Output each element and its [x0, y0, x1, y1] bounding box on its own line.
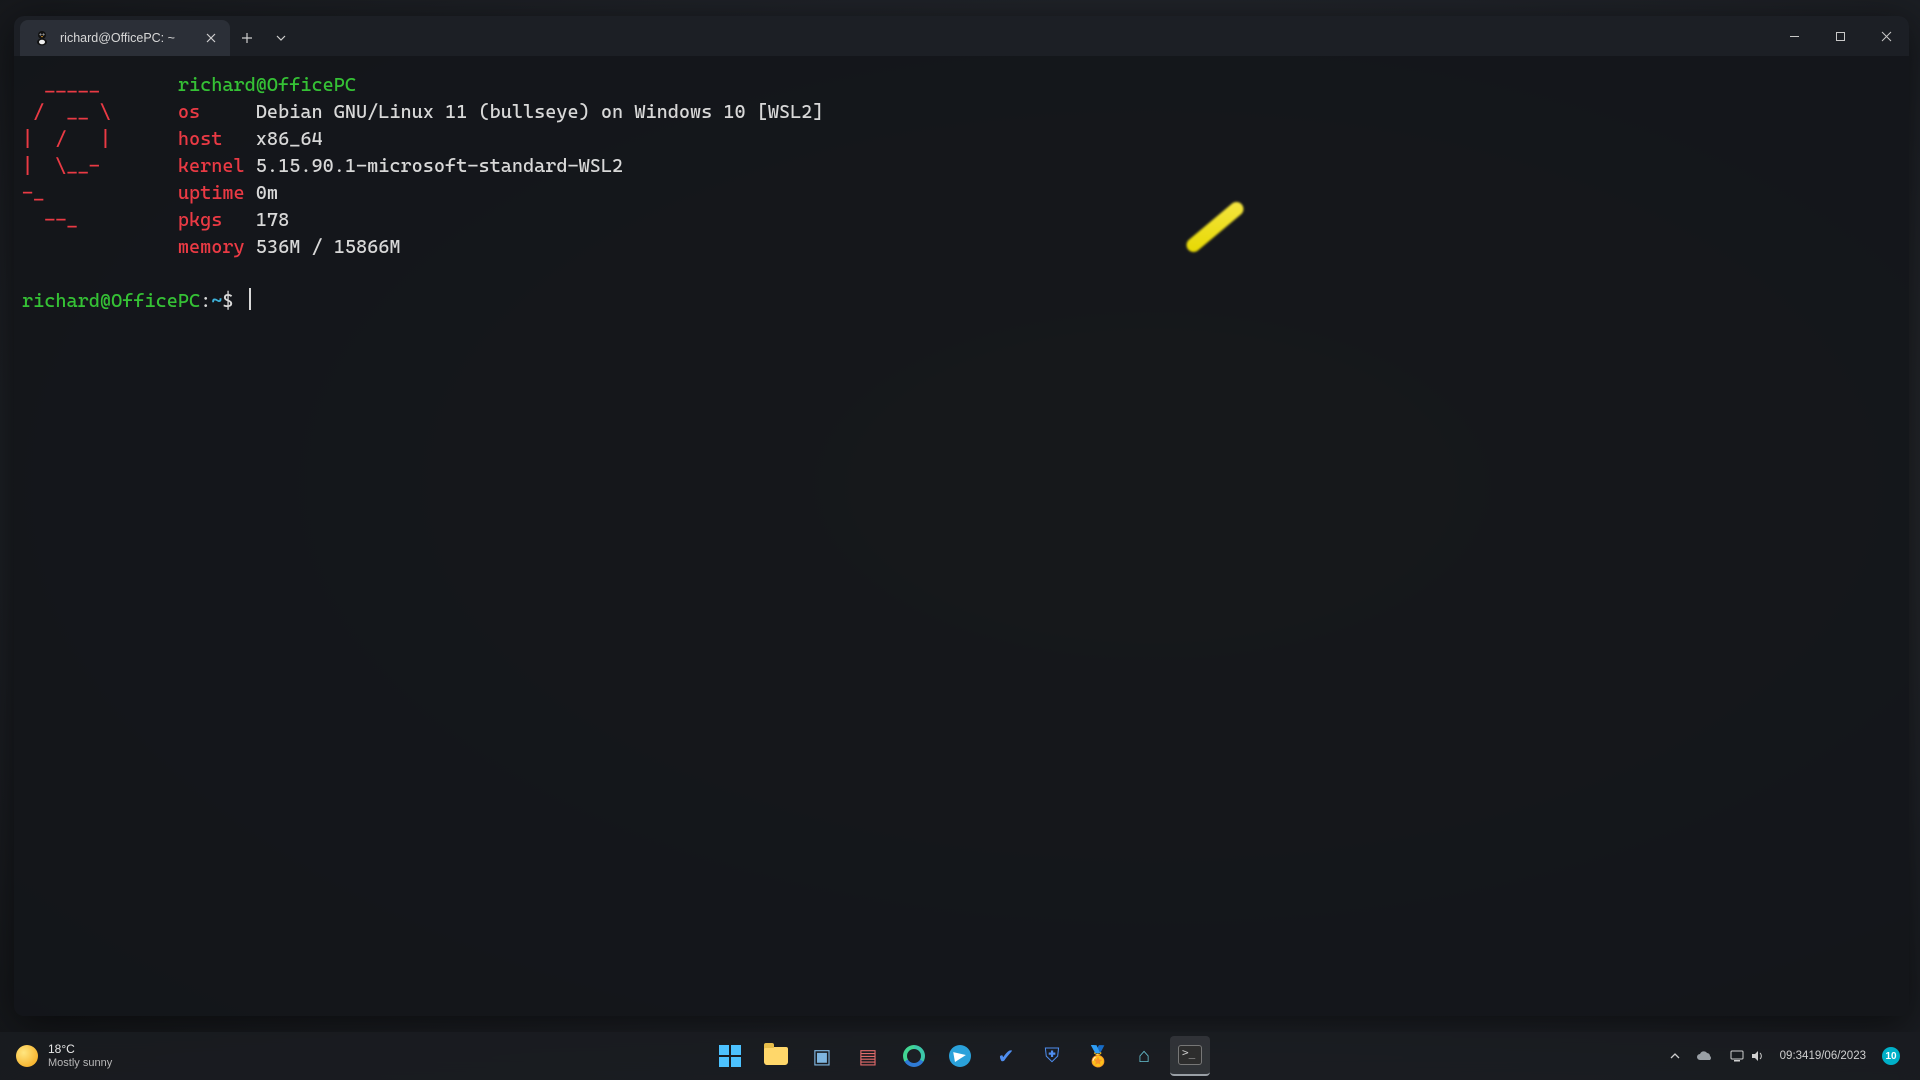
- ascii-line: --_: [22, 209, 133, 231]
- fetch-value: 0m: [256, 182, 278, 204]
- notification-count: 10: [1885, 1051, 1896, 1062]
- tab-dropdown-button[interactable]: [264, 20, 298, 56]
- taskbar: 18°C Mostly sunny ▣ ▤ ✔ ⛨ 🏅 ⌂: [0, 1032, 1920, 1080]
- rewards-icon[interactable]: 🏅: [1078, 1036, 1118, 1076]
- ascii-line: -_: [22, 182, 133, 204]
- fetch-value: x86_64: [256, 128, 323, 150]
- fetch-value: Debian GNU/Linux 11 (bullseye) on Window…: [256, 101, 824, 123]
- terminal-window: richard@OfficePC: ~: [14, 16, 1909, 1016]
- terminal-tab[interactable]: richard@OfficePC: ~: [20, 20, 230, 56]
- fetch-label: kernel: [178, 155, 245, 177]
- tux-icon: [34, 30, 50, 46]
- todo-icon[interactable]: ✔: [986, 1036, 1026, 1076]
- terminal-output[interactable]: _____ richard@OfficePC / __ \ os Debian …: [14, 56, 1909, 1016]
- telegram-icon[interactable]: [940, 1036, 980, 1076]
- close-window-button[interactable]: [1863, 16, 1909, 56]
- taskbar-center: ▣ ▤ ✔ ⛨ 🏅 ⌂: [710, 1036, 1210, 1076]
- fetch-value: 536M / 15866M: [256, 236, 401, 258]
- notification-center-button[interactable]: 10: [1876, 1043, 1906, 1069]
- onedrive-icon[interactable]: [1690, 1046, 1720, 1066]
- weather-temp: 18°C: [48, 1042, 112, 1056]
- tab-title: richard@OfficePC: ~: [60, 31, 175, 45]
- minimize-button[interactable]: [1771, 16, 1817, 56]
- window-titlebar[interactable]: richard@OfficePC: ~: [14, 16, 1909, 56]
- security-icon[interactable]: ⛨: [1032, 1036, 1072, 1076]
- maximize-button[interactable]: [1817, 16, 1863, 56]
- prompt-sigil: $: [222, 290, 233, 312]
- fetch-label: uptime: [178, 182, 245, 204]
- prompt-path: ~: [211, 290, 222, 312]
- fetch-label: host: [178, 128, 223, 150]
- fetch-value: 5.15.90.1-microsoft-standard-WSL2: [256, 155, 623, 177]
- microsoft-store-icon[interactable]: ▣: [802, 1036, 842, 1076]
- file-explorer-icon[interactable]: [756, 1036, 796, 1076]
- start-button[interactable]: [710, 1036, 750, 1076]
- fetch-label: os: [178, 101, 200, 123]
- new-tab-button[interactable]: [230, 20, 264, 56]
- network-volume-group[interactable]: [1724, 1045, 1770, 1067]
- weather-desc: Mostly sunny: [48, 1056, 112, 1070]
- weather-widget[interactable]: 18°C Mostly sunny: [0, 1042, 112, 1070]
- fetch-value: 178: [256, 209, 289, 231]
- ascii-line: _____: [22, 74, 133, 96]
- ascii-line: / __ \: [22, 101, 133, 123]
- tab-close-button[interactable]: [202, 29, 220, 47]
- fetch-label: memory: [178, 236, 245, 258]
- prompt-userhost: richard@OfficePC: [22, 290, 200, 312]
- tray-overflow-button[interactable]: [1664, 1049, 1686, 1063]
- desktop-background: richard@OfficePC: ~: [0, 0, 1920, 1080]
- weather-icon: [16, 1045, 38, 1067]
- system-tray: 09:34 19/06/2023 10: [1664, 1043, 1920, 1069]
- prompt-sep: :: [200, 290, 211, 312]
- windows-terminal-icon[interactable]: [1170, 1036, 1210, 1076]
- text-cursor: [249, 288, 251, 310]
- ascii-line: | / |: [22, 128, 133, 150]
- fetch-label: pkgs: [178, 209, 223, 231]
- news-icon[interactable]: ▤: [848, 1036, 888, 1076]
- clock-date: 19/06/2023: [1808, 1049, 1866, 1063]
- clock-time: 09:34: [1780, 1049, 1809, 1063]
- ascii-line: | \__-: [22, 155, 133, 177]
- edge-browser-icon[interactable]: [894, 1036, 934, 1076]
- fetch-header: richard@OfficePC: [178, 74, 356, 96]
- dev-home-icon[interactable]: ⌂: [1124, 1036, 1164, 1076]
- clock[interactable]: 09:34 19/06/2023: [1774, 1049, 1872, 1063]
